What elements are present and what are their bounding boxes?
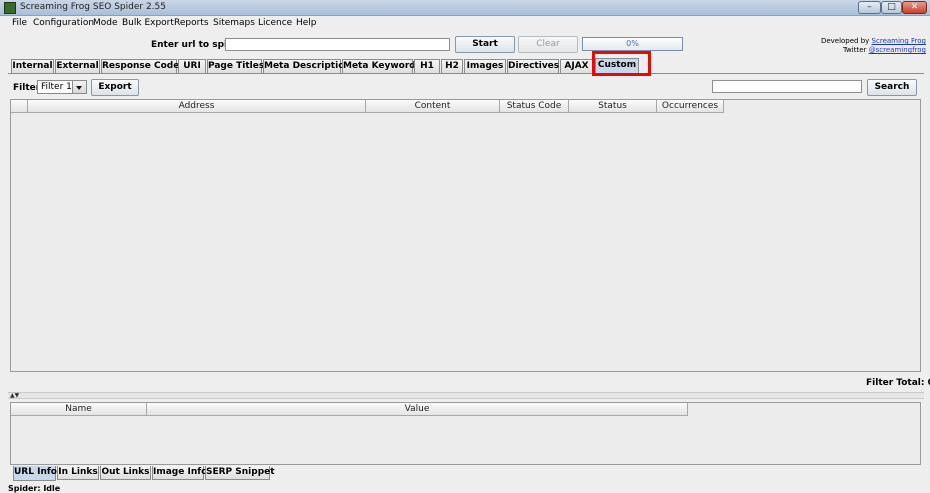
menu-help[interactable]: Help	[296, 18, 317, 28]
progress-bar: 0%	[582, 37, 683, 51]
clear-button[interactable]: Clear	[518, 36, 578, 53]
minimize-button[interactable]: –	[858, 1, 881, 14]
filter-select[interactable]: Filter 1	[37, 80, 87, 94]
menu-configuration[interactable]: Configuration	[33, 18, 94, 28]
tab-serp-snippet[interactable]: SERP Snippet	[205, 466, 275, 480]
twitter-prefix: Twitter	[842, 46, 869, 54]
column-occurrences[interactable]: Occurrences	[657, 100, 724, 113]
tab-meta-description[interactable]: Meta Description	[263, 59, 351, 73]
column-status-code[interactable]: Status Code	[500, 100, 569, 113]
tab-out-links[interactable]: Out Links	[100, 466, 151, 480]
developer-link[interactable]: Screaming Frog	[872, 37, 926, 45]
menu-licence[interactable]: Licence	[258, 18, 292, 28]
title-bar: Screaming Frog SEO Spider 2.55 – □ ✕	[0, 0, 930, 16]
tab-h1[interactable]: H1	[414, 59, 440, 73]
url-input[interactable]	[225, 38, 450, 51]
column-status[interactable]: Status	[569, 100, 657, 113]
search-button[interactable]: Search	[867, 79, 917, 96]
tab-h2[interactable]: H2	[441, 59, 463, 73]
status-bar-text: Spider: Idle	[8, 484, 61, 493]
progress-text: 0%	[626, 39, 639, 48]
column-name[interactable]: Name	[11, 403, 147, 416]
start-button[interactable]: Start	[455, 36, 515, 53]
tab-external[interactable]: External	[55, 59, 100, 73]
tab-ajax[interactable]: AJAX	[560, 59, 593, 73]
tab-in-links[interactable]: In Links	[57, 466, 99, 480]
column-content[interactable]: Content	[366, 100, 500, 113]
chevron-down-icon[interactable]	[72, 81, 86, 93]
maximize-button[interactable]: □	[881, 1, 902, 14]
filter-total: Filter Total: 0	[866, 378, 930, 388]
tab-internal[interactable]: Internal	[11, 59, 54, 73]
custom-tab-highlight-box	[592, 51, 651, 76]
menu-reports[interactable]: Reports	[174, 18, 209, 28]
tab-response-codes[interactable]: Response Codes	[101, 59, 185, 73]
credit-prefix: Developed by	[820, 37, 872, 45]
panel-splitter[interactable]: ▲▼	[8, 392, 924, 399]
menu-bar: File Configuration Mode Bulk Export Repo…	[0, 16, 930, 31]
twitter-link[interactable]: @screamingfrog	[869, 46, 926, 54]
frog-app-icon	[4, 2, 16, 14]
menu-bulk-export[interactable]: Bulk Export	[122, 18, 174, 28]
tab-image-info[interactable]: Image Info	[152, 466, 207, 480]
credits: Developed by Screaming Frog Twitter @scr…	[770, 37, 926, 55]
row-number-header	[11, 100, 28, 113]
column-address[interactable]: Address	[28, 100, 366, 113]
menu-file[interactable]: File	[12, 18, 27, 28]
detail-table[interactable]: Name Value	[10, 402, 921, 465]
window-title: Screaming Frog SEO Spider 2.55	[20, 2, 166, 12]
filter-selected-value: Filter 1	[41, 82, 72, 92]
tab-strip-divider	[8, 73, 924, 74]
tab-meta-keywords[interactable]: Meta Keywords	[342, 59, 421, 73]
collapse-arrows-icon[interactable]: ▲▼	[10, 392, 19, 399]
tab-url-info[interactable]: URL Info	[13, 466, 57, 481]
tab-page-titles[interactable]: Page Titles	[207, 59, 264, 73]
results-table[interactable]: Address Content Status Code Status Occur…	[10, 99, 921, 372]
export-button[interactable]: Export	[91, 79, 139, 96]
column-value[interactable]: Value	[147, 403, 688, 416]
close-button[interactable]: ✕	[902, 1, 927, 14]
search-input[interactable]	[712, 80, 862, 93]
menu-mode[interactable]: Mode	[93, 18, 118, 28]
menu-sitemaps[interactable]: Sitemaps	[213, 18, 255, 28]
tab-directives[interactable]: Directives	[507, 59, 559, 73]
tab-images[interactable]: Images	[464, 59, 506, 73]
tab-uri[interactable]: URI	[178, 59, 206, 73]
